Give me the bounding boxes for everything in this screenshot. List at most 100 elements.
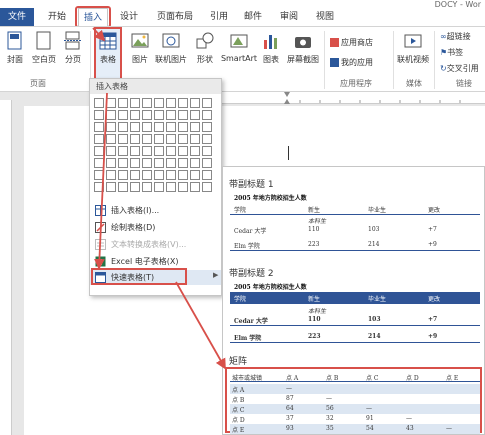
- grid-cell[interactable]: [130, 122, 140, 132]
- grid-cell[interactable]: [130, 134, 140, 144]
- grid-cell[interactable]: [94, 182, 104, 192]
- tab-file[interactable]: 文件: [0, 8, 34, 26]
- tab-references[interactable]: 引用: [206, 9, 232, 25]
- grid-cell[interactable]: [106, 170, 116, 180]
- grid-cell[interactable]: [154, 182, 164, 192]
- grid-cell[interactable]: [118, 146, 128, 156]
- grid-cell[interactable]: [94, 134, 104, 144]
- grid-cell[interactable]: [178, 170, 188, 180]
- grid-cell[interactable]: [202, 134, 212, 144]
- grid-cell[interactable]: [106, 146, 116, 156]
- grid-cell[interactable]: [166, 134, 176, 144]
- grid-cell[interactable]: [178, 182, 188, 192]
- tab-mailings[interactable]: 邮件: [240, 9, 266, 25]
- grid-cell[interactable]: [202, 122, 212, 132]
- grid-cell[interactable]: [166, 110, 176, 120]
- grid-cell[interactable]: [142, 146, 152, 156]
- grid-cell[interactable]: [130, 182, 140, 192]
- grid-cell[interactable]: [118, 182, 128, 192]
- grid-cell[interactable]: [178, 122, 188, 132]
- vertical-ruler[interactable]: [0, 100, 12, 435]
- grid-cell[interactable]: [154, 146, 164, 156]
- grid-cell[interactable]: [166, 170, 176, 180]
- grid-cell[interactable]: [142, 170, 152, 180]
- my-apps-button[interactable]: 我的应用: [330, 57, 373, 68]
- grid-cell[interactable]: [154, 134, 164, 144]
- grid-cell[interactable]: [142, 158, 152, 168]
- grid-cell[interactable]: [202, 182, 212, 192]
- grid-cell[interactable]: [202, 98, 212, 108]
- grid-cell[interactable]: [202, 146, 212, 156]
- grid-cell[interactable]: [166, 158, 176, 168]
- grid-cell[interactable]: [142, 122, 152, 132]
- grid-cell[interactable]: [178, 146, 188, 156]
- picture-button[interactable]: 图片: [128, 31, 152, 65]
- page-break-button[interactable]: 分页: [60, 31, 86, 65]
- grid-cell[interactable]: [130, 146, 140, 156]
- grid-cell[interactable]: [106, 158, 116, 168]
- grid-cell[interactable]: [190, 146, 200, 156]
- grid-cell[interactable]: [190, 134, 200, 144]
- smartart-button[interactable]: SmartArt: [220, 31, 258, 63]
- grid-cell[interactable]: [118, 122, 128, 132]
- cover-button[interactable]: 封面: [2, 31, 28, 65]
- grid-cell[interactable]: [94, 158, 104, 168]
- grid-cell[interactable]: [166, 98, 176, 108]
- grid-cell[interactable]: [130, 158, 140, 168]
- hyperlink-button[interactable]: ∞超链接: [440, 31, 471, 42]
- grid-cell[interactable]: [166, 122, 176, 132]
- grid-cell[interactable]: [130, 98, 140, 108]
- grid-cell[interactable]: [94, 110, 104, 120]
- grid-cell[interactable]: [94, 146, 104, 156]
- grid-cell[interactable]: [190, 122, 200, 132]
- tab-home[interactable]: 开始: [42, 9, 72, 25]
- menu-excel-spreadsheet[interactable]: X Excel 电子表格(X): [90, 254, 221, 269]
- tab-review[interactable]: 审阅: [276, 9, 302, 25]
- grid-cell[interactable]: [190, 170, 200, 180]
- grid-cell[interactable]: [190, 110, 200, 120]
- blank-page-button[interactable]: 空白页: [30, 31, 58, 65]
- grid-cell[interactable]: [142, 110, 152, 120]
- grid-cell[interactable]: [94, 122, 104, 132]
- menu-draw-table[interactable]: 绘制表格(D): [90, 220, 221, 235]
- shapes-button[interactable]: 形状: [192, 31, 218, 65]
- table-button[interactable]: 表格: [96, 31, 120, 65]
- grid-cell[interactable]: [178, 158, 188, 168]
- grid-cell[interactable]: [166, 146, 176, 156]
- grid-cell[interactable]: [130, 170, 140, 180]
- tab-design[interactable]: 设计: [116, 9, 142, 25]
- chart-button[interactable]: 图表: [260, 31, 282, 65]
- grid-cell[interactable]: [142, 182, 152, 192]
- online-picture-button[interactable]: 联机图片: [154, 31, 188, 65]
- screenshot-button[interactable]: 屏幕截图: [284, 31, 322, 65]
- grid-cell[interactable]: [154, 110, 164, 120]
- grid-cell[interactable]: [94, 170, 104, 180]
- grid-cell[interactable]: [202, 170, 212, 180]
- tab-page-layout[interactable]: 页面布局: [152, 9, 198, 25]
- grid-cell[interactable]: [118, 170, 128, 180]
- grid-cell[interactable]: [118, 98, 128, 108]
- grid-cell[interactable]: [166, 182, 176, 192]
- menu-insert-table[interactable]: 插入表格(I)...: [90, 203, 221, 218]
- grid-cell[interactable]: [202, 158, 212, 168]
- tab-view[interactable]: 视图: [312, 9, 338, 25]
- grid-cell[interactable]: [178, 134, 188, 144]
- app-store-button[interactable]: 应用商店: [330, 37, 373, 48]
- grid-cell[interactable]: [106, 110, 116, 120]
- cross-reference-button[interactable]: ↻交叉引用: [440, 63, 479, 74]
- grid-cell[interactable]: [202, 110, 212, 120]
- grid-cell[interactable]: [106, 134, 116, 144]
- grid-cell[interactable]: [154, 170, 164, 180]
- online-video-button[interactable]: 联机视频: [396, 31, 430, 65]
- grid-cell[interactable]: [118, 158, 128, 168]
- grid-cell[interactable]: [154, 158, 164, 168]
- grid-cell[interactable]: [190, 98, 200, 108]
- grid-cell[interactable]: [94, 98, 104, 108]
- grid-cell[interactable]: [118, 110, 128, 120]
- grid-cell[interactable]: [178, 110, 188, 120]
- grid-cell[interactable]: [190, 158, 200, 168]
- grid-cell[interactable]: [118, 134, 128, 144]
- grid-cell[interactable]: [154, 98, 164, 108]
- grid-cell[interactable]: [142, 134, 152, 144]
- grid-cell[interactable]: [178, 98, 188, 108]
